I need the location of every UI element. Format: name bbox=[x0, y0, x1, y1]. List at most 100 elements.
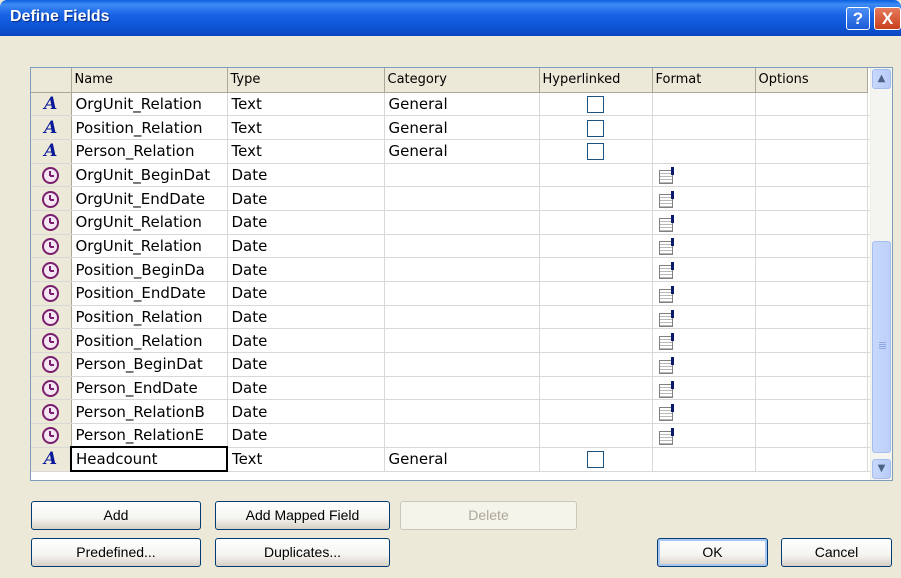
format-cell[interactable] bbox=[652, 257, 756, 282]
name-cell[interactable]: OrgUnit_Relation bbox=[71, 92, 228, 117]
name-cell[interactable]: Position_Relation bbox=[71, 115, 228, 140]
column-header-options[interactable]: Options bbox=[755, 68, 868, 93]
row-selector[interactable] bbox=[31, 376, 72, 401]
format-cell[interactable] bbox=[652, 163, 756, 188]
name-cell[interactable]: Position_BeginDa bbox=[71, 257, 228, 282]
table-row[interactable]: A Person_Relation Text General bbox=[31, 139, 873, 164]
hyperlinked-cell[interactable] bbox=[539, 423, 653, 448]
type-cell[interactable]: Date bbox=[227, 210, 385, 235]
row-selector[interactable] bbox=[31, 328, 72, 354]
table-row[interactable]: A Position_Relation Text General bbox=[31, 115, 873, 140]
format-properties-icon[interactable] bbox=[657, 380, 675, 398]
name-cell[interactable]: Position_EndDate bbox=[71, 281, 228, 306]
type-cell[interactable]: Date bbox=[227, 163, 385, 188]
hyperlinked-cell[interactable] bbox=[539, 92, 653, 117]
row-selector[interactable] bbox=[31, 305, 72, 330]
format-properties-icon[interactable] bbox=[657, 427, 675, 445]
type-cell[interactable]: Date bbox=[227, 399, 385, 425]
options-cell[interactable] bbox=[755, 376, 868, 401]
help-button[interactable]: ? bbox=[846, 7, 870, 30]
vertical-scrollbar[interactable]: ▲ ▼ bbox=[870, 68, 892, 480]
name-cell[interactable]: Person_EndDate bbox=[71, 376, 228, 401]
type-cell[interactable]: Date bbox=[227, 376, 385, 401]
category-cell[interactable]: General bbox=[384, 92, 540, 117]
row-selector[interactable]: A bbox=[31, 92, 72, 117]
hyperlinked-cell[interactable] bbox=[539, 281, 653, 306]
hyperlinked-cell[interactable] bbox=[539, 257, 653, 282]
table-row[interactable]: Position_Relation Date bbox=[31, 305, 873, 330]
duplicates-button[interactable]: Duplicates... bbox=[215, 538, 390, 567]
table-row[interactable]: Person_RelationE Date bbox=[31, 423, 873, 448]
name-cell[interactable]: OrgUnit_BeginDat bbox=[71, 163, 228, 188]
row-selector[interactable]: A bbox=[31, 447, 72, 472]
format-cell[interactable] bbox=[652, 92, 756, 117]
name-cell[interactable]: OrgUnit_EndDate bbox=[71, 186, 228, 211]
options-cell[interactable] bbox=[755, 186, 868, 211]
row-selector[interactable]: A bbox=[31, 115, 72, 140]
options-cell[interactable] bbox=[755, 257, 868, 282]
column-header-hyperlinked[interactable]: Hyperlinked bbox=[539, 68, 653, 93]
delete-button[interactable]: Delete bbox=[400, 501, 577, 530]
name-cell[interactable]: Person_BeginDat bbox=[71, 352, 228, 377]
format-cell[interactable] bbox=[652, 115, 756, 140]
category-cell[interactable] bbox=[384, 186, 540, 211]
name-cell[interactable]: Person_RelationE bbox=[71, 423, 228, 448]
name-cell[interactable]: Person_Relation bbox=[71, 139, 228, 164]
hyperlinked-cell[interactable] bbox=[539, 186, 653, 211]
name-cell[interactable]: Person_RelationB bbox=[71, 399, 228, 425]
table-row[interactable]: Person_RelationB Date bbox=[31, 399, 873, 425]
category-cell[interactable] bbox=[384, 423, 540, 448]
column-header-name[interactable]: Name bbox=[71, 68, 228, 93]
table-row[interactable]: Person_BeginDat Date bbox=[31, 352, 873, 377]
column-header-format[interactable]: Format bbox=[652, 68, 756, 93]
format-properties-icon[interactable] bbox=[657, 356, 675, 374]
category-cell[interactable] bbox=[384, 399, 540, 425]
add-button[interactable]: Add bbox=[31, 501, 201, 530]
options-cell[interactable] bbox=[755, 328, 868, 354]
format-cell[interactable] bbox=[652, 376, 756, 401]
format-cell[interactable] bbox=[652, 423, 756, 448]
category-cell[interactable] bbox=[384, 257, 540, 282]
format-cell[interactable] bbox=[652, 328, 756, 354]
column-header-type[interactable]: Type bbox=[227, 68, 385, 93]
hyperlinked-cell[interactable] bbox=[539, 447, 653, 472]
format-properties-icon[interactable] bbox=[657, 333, 675, 351]
row-selector[interactable]: A bbox=[31, 139, 72, 164]
hyperlinked-cell[interactable] bbox=[539, 399, 653, 425]
row-selector[interactable] bbox=[31, 352, 72, 377]
format-cell[interactable] bbox=[652, 234, 756, 259]
format-properties-icon[interactable] bbox=[657, 238, 675, 256]
format-properties-icon[interactable] bbox=[657, 404, 675, 422]
options-cell[interactable] bbox=[755, 281, 868, 306]
hyperlinked-checkbox[interactable] bbox=[587, 119, 604, 137]
format-cell[interactable] bbox=[652, 281, 756, 306]
type-cell[interactable]: Text bbox=[227, 115, 385, 140]
hyperlinked-checkbox[interactable] bbox=[587, 143, 604, 161]
add-mapped-field-button[interactable]: Add Mapped Field bbox=[215, 501, 390, 530]
row-selector[interactable] bbox=[31, 257, 72, 282]
format-cell[interactable] bbox=[652, 352, 756, 377]
format-properties-icon[interactable] bbox=[657, 191, 675, 209]
format-cell[interactable] bbox=[652, 399, 756, 425]
cancel-button[interactable]: Cancel bbox=[781, 538, 892, 567]
hyperlinked-cell[interactable] bbox=[539, 305, 653, 330]
format-properties-icon[interactable] bbox=[657, 285, 675, 303]
hyperlinked-cell[interactable] bbox=[539, 328, 653, 354]
category-cell[interactable] bbox=[384, 376, 540, 401]
type-cell[interactable]: Date bbox=[227, 305, 385, 330]
options-cell[interactable] bbox=[755, 399, 868, 425]
table-row[interactable]: OrgUnit_Relation Date bbox=[31, 210, 873, 235]
category-cell[interactable]: General bbox=[384, 115, 540, 140]
options-cell[interactable] bbox=[755, 92, 868, 117]
row-selector-header[interactable] bbox=[31, 68, 72, 93]
hyperlinked-cell[interactable] bbox=[539, 163, 653, 188]
name-cell[interactable]: OrgUnit_Relation bbox=[71, 234, 228, 259]
table-row[interactable]: A Headcount Text General bbox=[31, 446, 873, 472]
category-cell[interactable] bbox=[384, 281, 540, 306]
hyperlinked-cell[interactable] bbox=[539, 139, 653, 164]
type-cell[interactable]: Date bbox=[227, 352, 385, 377]
format-properties-icon[interactable] bbox=[657, 214, 675, 232]
table-row[interactable]: A OrgUnit_Relation Text General bbox=[31, 92, 873, 117]
hyperlinked-cell[interactable] bbox=[539, 234, 653, 259]
scroll-down-button[interactable]: ▼ bbox=[872, 459, 891, 479]
